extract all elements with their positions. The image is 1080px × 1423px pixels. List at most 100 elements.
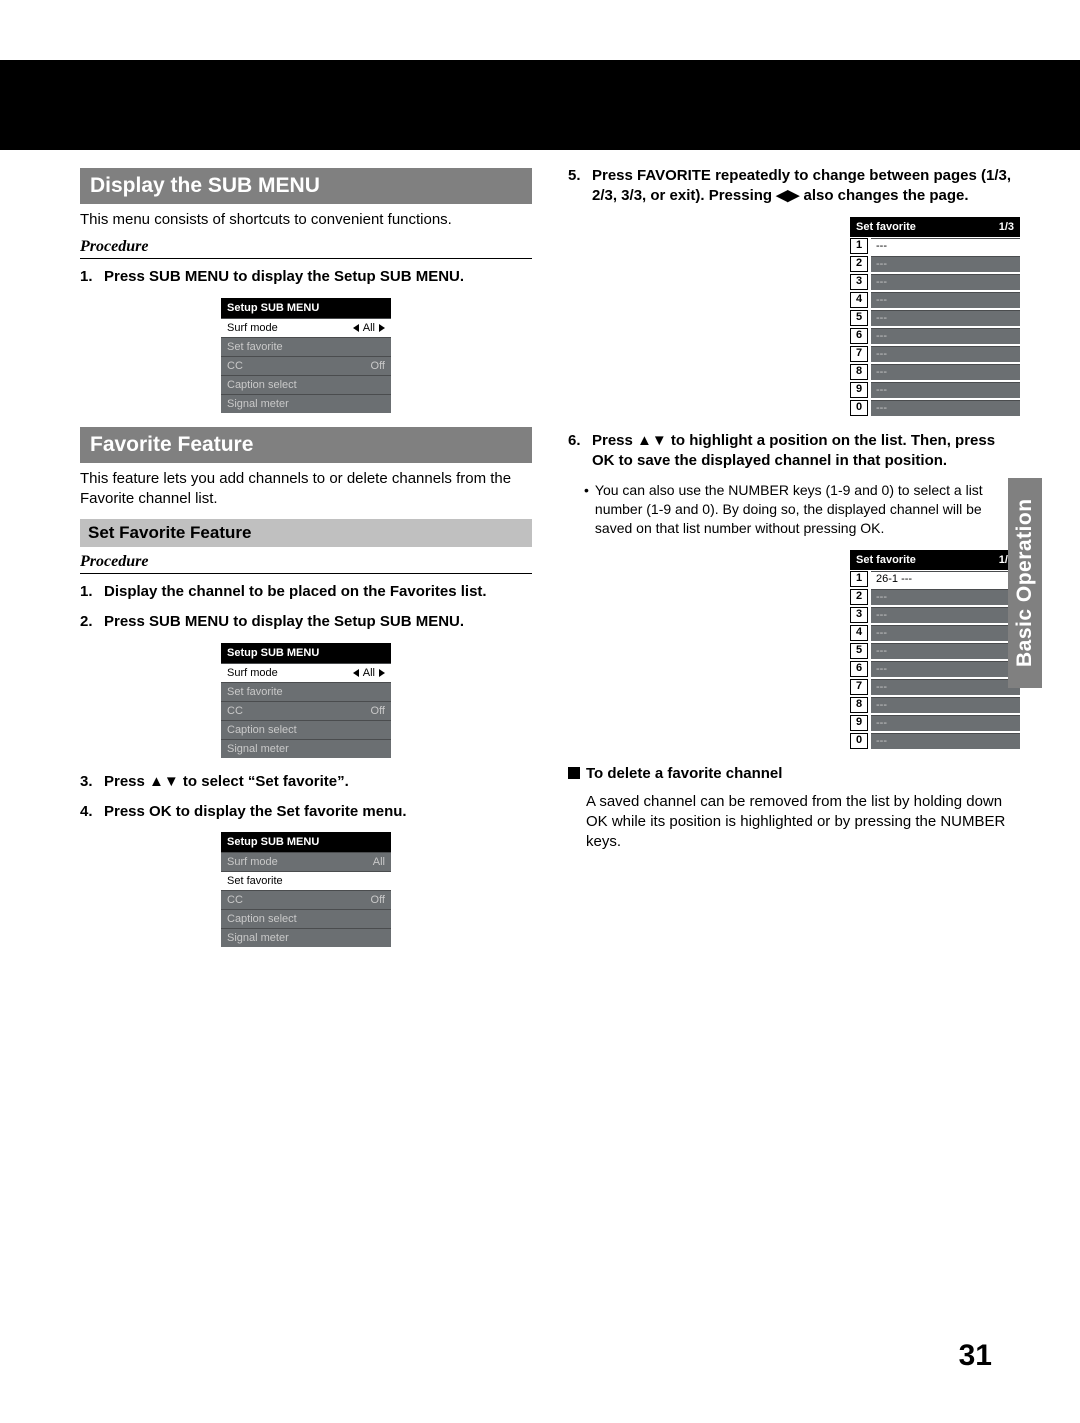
intro-text: This feature lets you add channels to or… <box>80 469 532 510</box>
fav-num: 3 <box>850 274 868 290</box>
header-black-band <box>0 60 1080 150</box>
step-text: Press SUB MENU to display the Setup SUB … <box>104 612 532 632</box>
osd-row-signal-meter: Signal meter <box>221 739 391 758</box>
fav-row: 0--- <box>850 732 1020 750</box>
osd-label: CC <box>227 705 243 717</box>
fav-row: 2--- <box>850 588 1020 606</box>
step-number: 2. <box>80 612 104 632</box>
osd-value: All <box>353 667 385 679</box>
step-fav-2: 2. Press SUB MENU to display the Setup S… <box>80 612 532 632</box>
osd-row-set-favorite: Set favorite <box>221 871 391 890</box>
fav-num: 2 <box>850 256 868 272</box>
fav-row: 8--- <box>850 696 1020 714</box>
fav-row: 8--- <box>850 363 1020 381</box>
fav-num: 5 <box>850 643 868 659</box>
fav-row: 5--- <box>850 642 1020 660</box>
fav-title: Set favorite 1/3 <box>850 550 1020 570</box>
step-text: Press OK to display the Set favorite men… <box>104 802 532 822</box>
fav-row: 4--- <box>850 624 1020 642</box>
osd-row-cc: CCOff <box>221 356 391 375</box>
chevron-right-icon <box>379 324 385 332</box>
fav-cell: --- <box>871 238 1020 254</box>
step-5: 5. Press FAVORITE repeatedly to change b… <box>568 166 1020 207</box>
osd-label: Set favorite <box>227 686 283 698</box>
procedure-heading: Procedure <box>80 238 532 259</box>
subsection-set-favorite: Set Favorite Feature <box>80 519 532 547</box>
fav-cell: --- <box>871 328 1020 344</box>
fav-cell: --- <box>871 589 1020 605</box>
step-text: Press SUB MENU to display the Setup SUB … <box>104 267 532 287</box>
fav-cell: --- <box>871 697 1020 713</box>
step-fav-3: 3. Press ▲▼ to select “Set favorite”. <box>80 772 532 792</box>
osd-value-text: All <box>363 322 375 334</box>
fav-cell: --- <box>871 274 1020 290</box>
fav-cell: --- <box>871 346 1020 362</box>
fav-row: 7--- <box>850 678 1020 696</box>
fav-cell: 26-1 --- <box>871 571 1020 587</box>
fav-cell: --- <box>871 292 1020 308</box>
fav-row: 3--- <box>850 273 1020 291</box>
fav-row: 1--- <box>850 237 1020 255</box>
fav-num: 7 <box>850 346 868 362</box>
fav-num: 6 <box>850 661 868 677</box>
osd-label: Surf mode <box>227 322 278 334</box>
step-number: 4. <box>80 802 104 822</box>
fav-num: 6 <box>850 328 868 344</box>
fav-num: 4 <box>850 625 868 641</box>
osd-label: Set favorite <box>227 875 283 887</box>
delete-heading: To delete a favorite channel <box>568 764 1020 784</box>
note-text: You can also use the NUMBER keys (1-9 an… <box>595 481 1020 538</box>
osd-setup-submenu-1: Setup SUB MENU Surf mode All Set favorit… <box>221 298 391 413</box>
step-6: 6. Press ▲▼ to highlight a position on t… <box>568 431 1020 472</box>
osd-title: Setup SUB MENU <box>221 832 391 852</box>
fav-title: Set favorite 1/3 <box>850 217 1020 237</box>
fav-num: 1 <box>850 238 868 254</box>
fav-row: 9--- <box>850 714 1020 732</box>
delete-body: A saved channel can be removed from the … <box>586 792 1020 853</box>
fav-num: 9 <box>850 715 868 731</box>
osd-label: Caption select <box>227 913 297 925</box>
fav-cell: --- <box>871 607 1020 623</box>
osd-row-surf-mode: Surf mode All <box>221 318 391 337</box>
fav-row: 9--- <box>850 381 1020 399</box>
osd-row-set-favorite: Set favorite <box>221 682 391 701</box>
fav-row: 0--- <box>850 399 1020 417</box>
osd-label: CC <box>227 894 243 906</box>
osd-value-text: Off <box>371 360 385 372</box>
osd-set-favorite-2: Set favorite 1/3 126-1 --- 2--- 3--- 4--… <box>850 550 1020 750</box>
chevron-right-icon <box>379 669 385 677</box>
fav-num: 1 <box>850 571 868 587</box>
osd-label: Surf mode <box>227 667 278 679</box>
fav-cell: --- <box>871 661 1020 677</box>
osd-row-caption-select: Caption select <box>221 720 391 739</box>
osd-label: Caption select <box>227 724 297 736</box>
fav-cell: --- <box>871 256 1020 272</box>
fav-num: 2 <box>850 589 868 605</box>
step-text: Press ▲▼ to select “Set favorite”. <box>104 772 532 792</box>
right-column: 5. Press FAVORITE repeatedly to change b… <box>568 160 1020 961</box>
fav-row: 7--- <box>850 345 1020 363</box>
fav-row: 4--- <box>850 291 1020 309</box>
square-bullet-icon <box>568 767 580 779</box>
step-fav-1: 1. Display the channel to be placed on t… <box>80 582 532 602</box>
fav-num: 0 <box>850 400 868 416</box>
fav-title-text: Set favorite <box>856 554 916 566</box>
osd-title: Setup SUB MENU <box>221 298 391 318</box>
osd-title: Setup SUB MENU <box>221 643 391 663</box>
osd-label: Signal meter <box>227 932 289 944</box>
osd-row-set-favorite: Set favorite <box>221 337 391 356</box>
fav-row: 2--- <box>850 255 1020 273</box>
osd-row-signal-meter: Signal meter <box>221 394 391 413</box>
fav-cell: --- <box>871 733 1020 749</box>
fav-num: 3 <box>850 607 868 623</box>
fav-cell: --- <box>871 310 1020 326</box>
fav-num: 8 <box>850 697 868 713</box>
step-number: 5. <box>568 166 592 207</box>
fav-cell: --- <box>871 400 1020 416</box>
osd-setup-submenu-3: Setup SUB MENU Surf mode All Set favorit… <box>221 832 391 947</box>
osd-label: Signal meter <box>227 398 289 410</box>
step-number: 3. <box>80 772 104 792</box>
step-number: 1. <box>80 267 104 287</box>
section-favorite-feature: Favorite Feature <box>80 427 532 463</box>
step-number: 6. <box>568 431 592 472</box>
